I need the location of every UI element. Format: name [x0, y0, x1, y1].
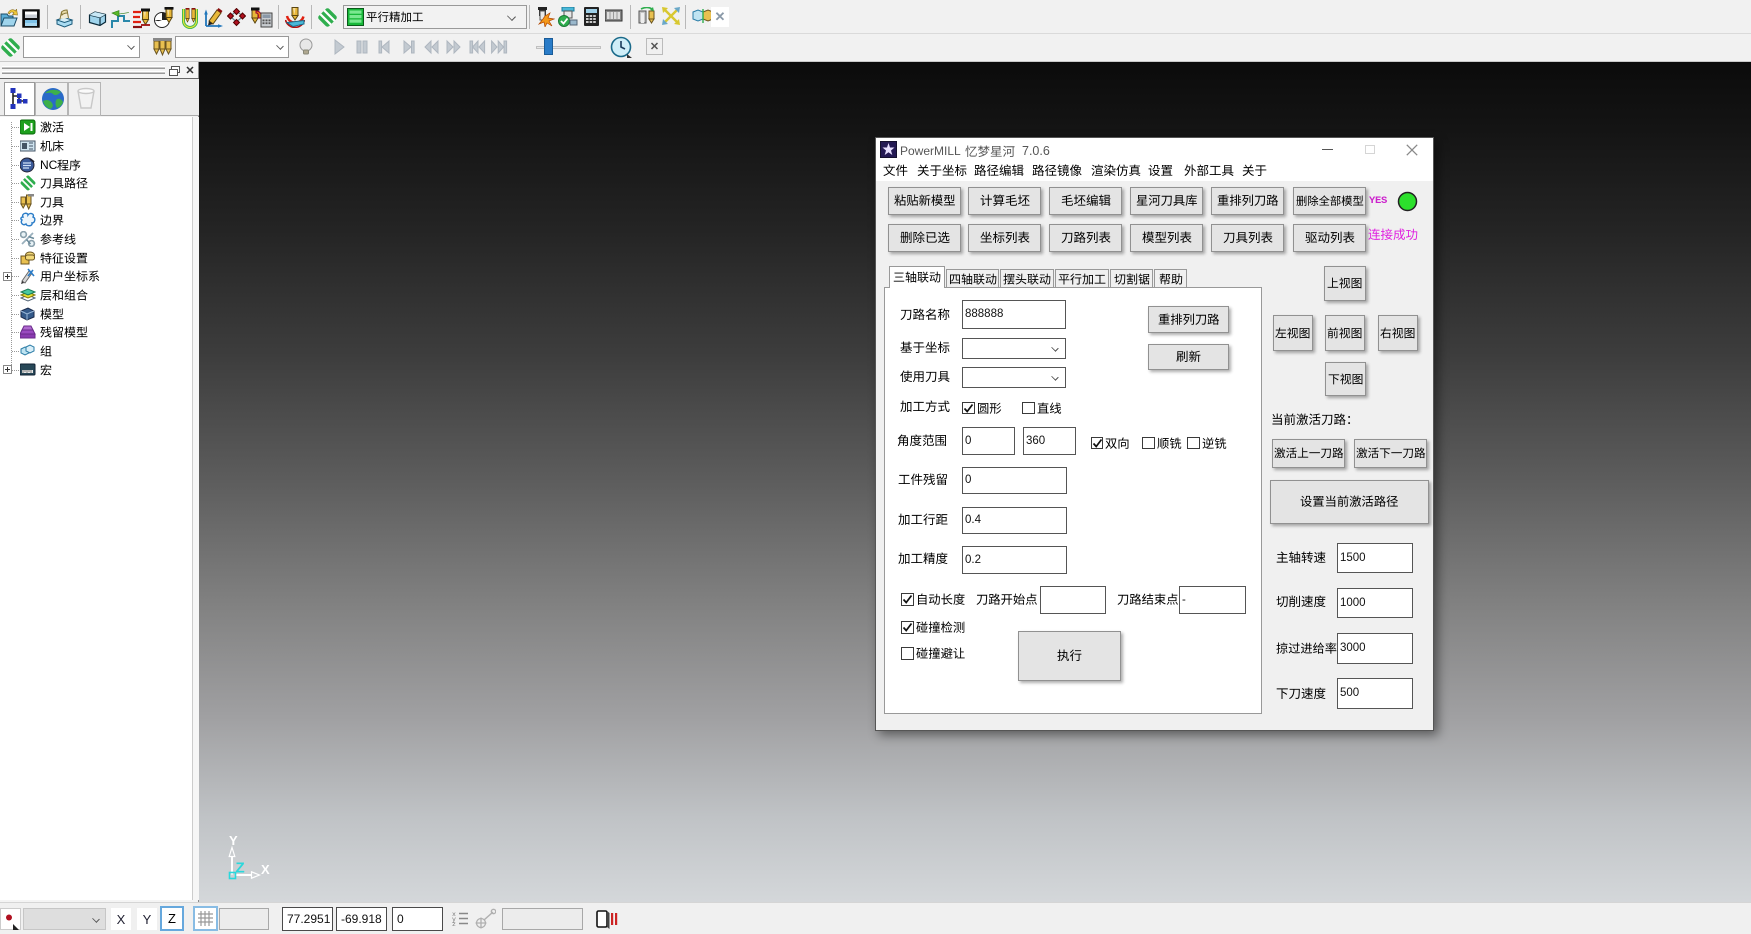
- svg-text:Z: Z: [236, 860, 245, 877]
- svg-text:Y: Y: [229, 833, 238, 848]
- svg-text:X: X: [261, 862, 270, 877]
- svg-text:z: z: [452, 921, 456, 928]
